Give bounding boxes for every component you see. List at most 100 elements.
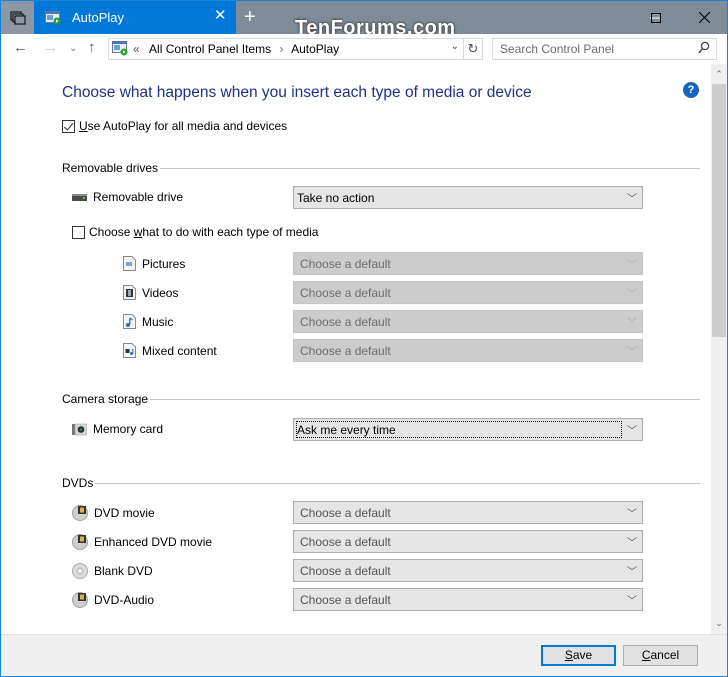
breadcrumb-separator[interactable]: ›: [279, 42, 283, 56]
section-divider: [95, 482, 700, 484]
tab-title: AutoPlay: [72, 10, 125, 25]
new-tab-button[interactable]: +: [244, 6, 256, 29]
music-icon: [123, 314, 136, 329]
help-icon[interactable]: ?: [683, 82, 699, 98]
maximize-button[interactable]: [633, 1, 679, 34]
search-icon: [698, 41, 710, 58]
recent-locations-button[interactable]: ⌄: [69, 41, 77, 57]
chevron-down-icon: ﹀: [627, 289, 637, 300]
page-title: Choose what happens when you insert each…: [62, 84, 532, 101]
back-button[interactable]: ←: [13, 40, 28, 56]
tab-autoplay[interactable]: AutoPlay ✕: [34, 1, 236, 34]
music-dropdown[interactable]: Choose a default ﹀: [293, 310, 643, 333]
media-row-music: Music: [123, 314, 173, 329]
drive-icon: [72, 192, 87, 202]
dvd-movie-dropdown[interactable]: Choose a default ﹀: [293, 501, 643, 524]
chevron-down-icon: ﹀: [627, 567, 637, 578]
task-view-button[interactable]: [1, 1, 34, 34]
dropdown-value: Choose a default: [300, 593, 391, 607]
dvd-label: Blank DVD: [94, 564, 153, 578]
up-button[interactable]: ↑: [88, 40, 96, 56]
search-placeholder: Search Control Panel: [500, 42, 615, 56]
enhanced-dvd-movie-dropdown[interactable]: Choose a default ﹀: [293, 530, 643, 553]
memory-card-label: Memory card: [93, 422, 164, 436]
media-row-videos: Videos: [123, 285, 178, 300]
pictures-icon: [123, 256, 136, 271]
scrollbar-thumb[interactable]: [712, 84, 726, 337]
videos-icon: [123, 285, 136, 300]
content-pane: Choose what happens when you insert each…: [1, 64, 711, 634]
footer-bar: Save Cancel: [1, 634, 727, 676]
title-bar: AutoPlay ✕ + TenForums.com: [1, 1, 727, 39]
memory-card-icon: [72, 423, 87, 436]
chevron-down-icon: ﹀: [627, 596, 637, 607]
dropdown-value: Choose a default: [300, 286, 391, 300]
removable-drive-dropdown[interactable]: Take no action ﹀: [293, 186, 643, 209]
section-label: Removable drives: [62, 161, 159, 175]
media-label: Pictures: [142, 256, 186, 271]
mixed-content-dropdown[interactable]: Choose a default ﹀: [293, 339, 643, 362]
dvd-movie-icon: [72, 534, 88, 550]
section-dvds: DVDs: [62, 476, 700, 490]
dropdown-value: Choose a default: [300, 257, 391, 271]
scroll-up-arrow-icon[interactable]: ⌃: [711, 66, 727, 83]
address-dropdown-icon[interactable]: ⌄: [451, 41, 459, 52]
dvd-row-blank-dvd: Blank DVD: [72, 563, 153, 579]
chevron-down-icon: ﹀: [627, 538, 637, 549]
control-panel-icon: [112, 41, 128, 59]
dvd-label: DVD movie: [94, 506, 155, 520]
cancel-button[interactable]: Cancel: [623, 645, 698, 666]
refresh-button[interactable]: ↻: [464, 38, 483, 60]
dvd-label: Enhanced DVD movie: [94, 535, 213, 549]
media-row-pictures: Pictures: [123, 256, 185, 271]
media-label: Music: [142, 314, 174, 329]
address-overflow[interactable]: «: [133, 42, 140, 56]
autoplay-window: AutoPlay ✕ + TenForums.com ← → ⌄ ↑ « All…: [0, 0, 728, 677]
dropdown-value: Ask me every time: [297, 423, 396, 437]
dvd-row-dvd-audio: DVD-Audio: [72, 592, 154, 608]
navigation-bar: ← → ⌄ ↑ « All Control Panel Items › Auto…: [1, 34, 727, 64]
search-input[interactable]: Search Control Panel: [492, 38, 717, 60]
dropdown-value: Choose a default: [300, 315, 391, 329]
memory-card-dropdown[interactable]: Ask me every time ﹀: [293, 418, 643, 441]
close-tab-icon[interactable]: ✕: [214, 8, 227, 24]
section-label: DVDs: [62, 476, 94, 490]
section-divider: [150, 398, 700, 400]
close-window-button[interactable]: [681, 1, 727, 34]
address-bar[interactable]: « All Control Panel Items › AutoPlay ⌄: [108, 38, 464, 60]
dropdown-value: Take no action: [297, 191, 375, 205]
use-autoplay-checkbox[interactable]: [62, 119, 75, 133]
dvd-row-dvd-movie: DVD movie: [72, 505, 155, 521]
mixed-content-icon: [123, 343, 136, 358]
breadcrumb-all-control-panel-items[interactable]: All Control Panel Items: [149, 42, 271, 56]
close-icon: [698, 12, 710, 23]
forward-button[interactable]: →: [43, 40, 58, 56]
dropdown-value: Choose a default: [300, 506, 391, 520]
chevron-down-icon: ﹀: [627, 509, 637, 520]
videos-dropdown[interactable]: Choose a default ﹀: [293, 281, 643, 304]
dvd-audio-dropdown[interactable]: Choose a default ﹀: [293, 588, 643, 611]
removable-drive-row: Removable drive: [72, 190, 183, 204]
chevron-down-icon: ﹀: [627, 347, 637, 358]
blank-dvd-dropdown[interactable]: Choose a default ﹀: [293, 559, 643, 582]
media-label: Videos: [142, 285, 179, 300]
dvd-row-enhanced-dvd-movie: Enhanced DVD movie: [72, 534, 212, 550]
media-row-mixed-content: Mixed content: [123, 343, 217, 358]
pictures-dropdown[interactable]: Choose a default ﹀: [293, 252, 643, 275]
use-autoplay-checkbox-row[interactable]: Use AutoPlay for all media and devices: [62, 119, 287, 133]
section-divider: [160, 167, 700, 169]
scroll-down-arrow-icon[interactable]: ⌄: [711, 615, 727, 632]
vertical-scrollbar[interactable]: ⌃ ⌄: [711, 64, 727, 634]
chevron-down-icon: ﹀: [627, 318, 637, 329]
chevron-down-icon: ﹀: [627, 426, 637, 437]
dropdown-value: Choose a default: [300, 535, 391, 549]
save-button[interactable]: Save: [541, 645, 616, 666]
media-label: Mixed content: [142, 343, 217, 358]
dropdown-value: Choose a default: [300, 564, 391, 578]
dvd-label: DVD-Audio: [94, 593, 155, 607]
per-media-label: Choose what to do with each type of medi…: [89, 225, 319, 239]
chevron-down-icon: ﹀: [627, 194, 637, 205]
per-media-checkbox-row[interactable]: Choose what to do with each type of medi…: [72, 225, 318, 239]
per-media-checkbox[interactable]: [72, 225, 85, 239]
breadcrumb-autoplay[interactable]: AutoPlay: [291, 42, 339, 56]
